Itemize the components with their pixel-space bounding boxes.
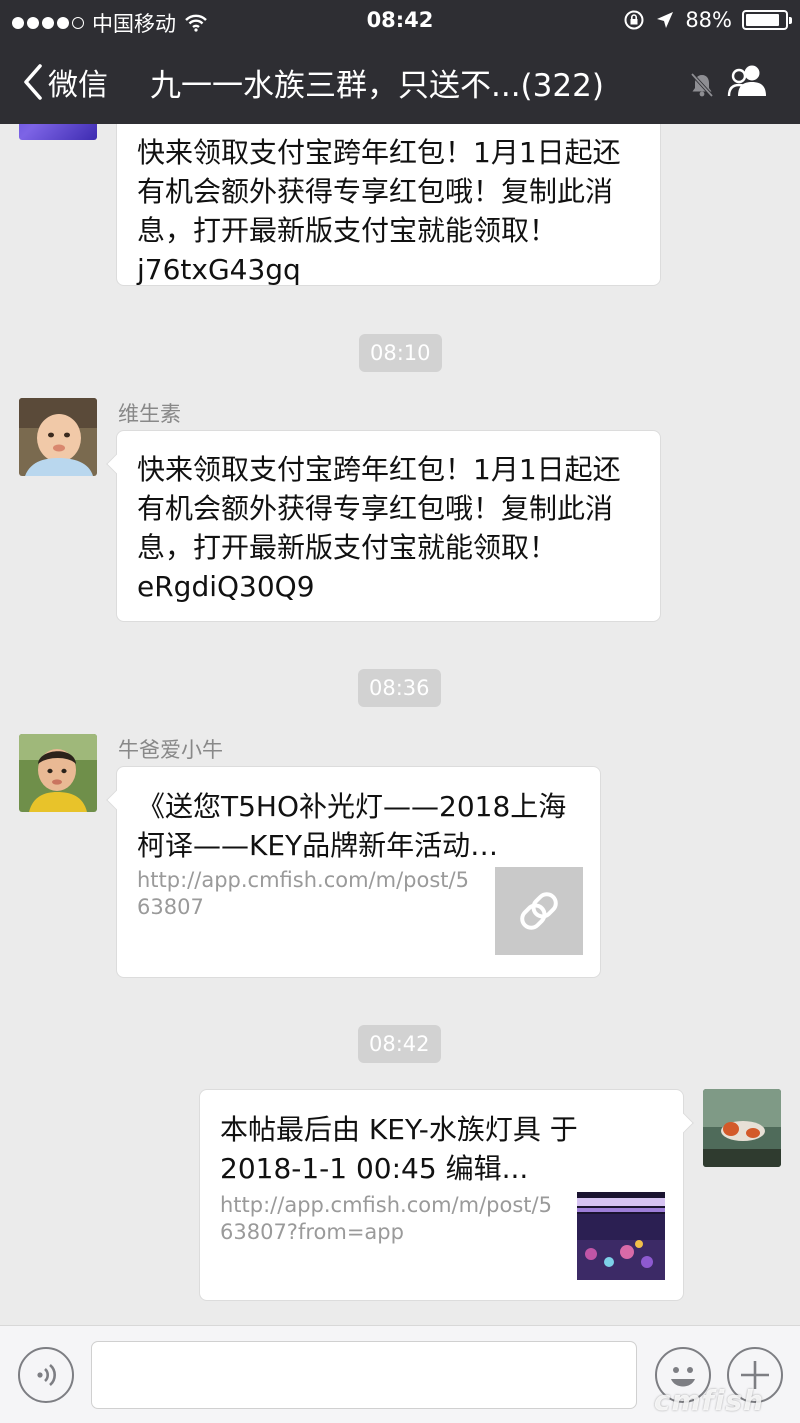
battery-level — [746, 14, 779, 26]
back-label: 微信 — [48, 68, 108, 103]
child-photo — [19, 734, 97, 812]
group-members-icon[interactable] — [726, 62, 770, 100]
battery-percent: 88% — [685, 8, 732, 32]
avatar[interactable] — [19, 124, 97, 140]
message-bubble[interactable]: 快来领取支付宝跨年红包！1月1日起还有机会额外获得专享红包哦！复制此消息，打开最… — [116, 124, 661, 286]
time-divider: 08:42 — [358, 1025, 441, 1063]
message-input[interactable] — [91, 1341, 637, 1409]
message-text: 快来领取支付宝跨年红包！1月1日起还有机会额外获得专享红包哦！复制此消息，打开最… — [137, 136, 621, 286]
link-card[interactable]: 本帖最后由 KEY-水族灯具 于 2018-1-1 00:45 编辑... ht… — [199, 1089, 694, 1301]
chat-area[interactable]: 快来领取支付宝跨年红包！1月1日起还有机会额外获得专享红包哦！复制此消息，打开最… — [0, 124, 800, 1325]
voice-input-icon — [37, 1364, 56, 1386]
time-divider: 08:36 — [358, 669, 441, 707]
link-url: http://app.cmfish.com/m/post/563807?from… — [220, 1193, 552, 1244]
time-divider: 08:10 — [359, 334, 442, 372]
watermark: cmfish — [653, 1384, 764, 1417]
battery-icon — [742, 10, 792, 30]
back-button[interactable]: 微信 — [22, 60, 108, 104]
avatar[interactable] — [703, 1089, 781, 1167]
sender-name: 牛爸爱小牛 — [118, 738, 223, 762]
link-title: 本帖最后由 KEY-水族灯具 于 2018-1-1 00:45 编辑... — [220, 1113, 578, 1185]
sender-name: 维生素 — [118, 402, 181, 426]
link-thumbnail — [577, 1192, 665, 1280]
status-bar: 中国移动 08:42 88% — [0, 0, 800, 40]
link-icon — [520, 892, 558, 930]
mute-bell-icon — [690, 72, 714, 98]
location-arrow-icon — [657, 12, 674, 28]
chevron-left-icon — [24, 64, 42, 100]
avatar[interactable] — [19, 734, 97, 812]
baby-photo — [19, 398, 97, 476]
voice-input-button[interactable] — [18, 1347, 74, 1403]
link-title: 《送您T5HO补光灯——2018上海柯译——KEY品牌新年活动… — [137, 790, 567, 862]
link-url: http://app.cmfish.com/m/post/563807 — [137, 868, 469, 919]
link-card[interactable]: 《送您T5HO补光灯——2018上海柯译——KEY品牌新年活动… http://… — [106, 766, 601, 978]
aquarium-photo — [577, 1192, 665, 1280]
message-bubble[interactable]: 快来领取支付宝跨年红包！1月1日起还有机会额外获得专享红包哦！复制此消息，打开最… — [106, 430, 661, 622]
nav-bar: 微信 九一一水族三群，只送不...(322) — [0, 40, 800, 124]
status-right: 88% — [623, 8, 792, 32]
input-bar: cmfish — [0, 1325, 800, 1423]
chat-title: 九一一水族三群，只送不...(322) — [150, 68, 604, 104]
avatar[interactable] — [19, 398, 97, 476]
message-text: 快来领取支付宝跨年红包！1月1日起还有机会额外获得专享红包哦！复制此消息，打开最… — [137, 453, 621, 603]
link-thumbnail — [495, 867, 583, 955]
rotation-lock-icon — [624, 10, 644, 30]
shrimp-photo — [703, 1089, 781, 1167]
